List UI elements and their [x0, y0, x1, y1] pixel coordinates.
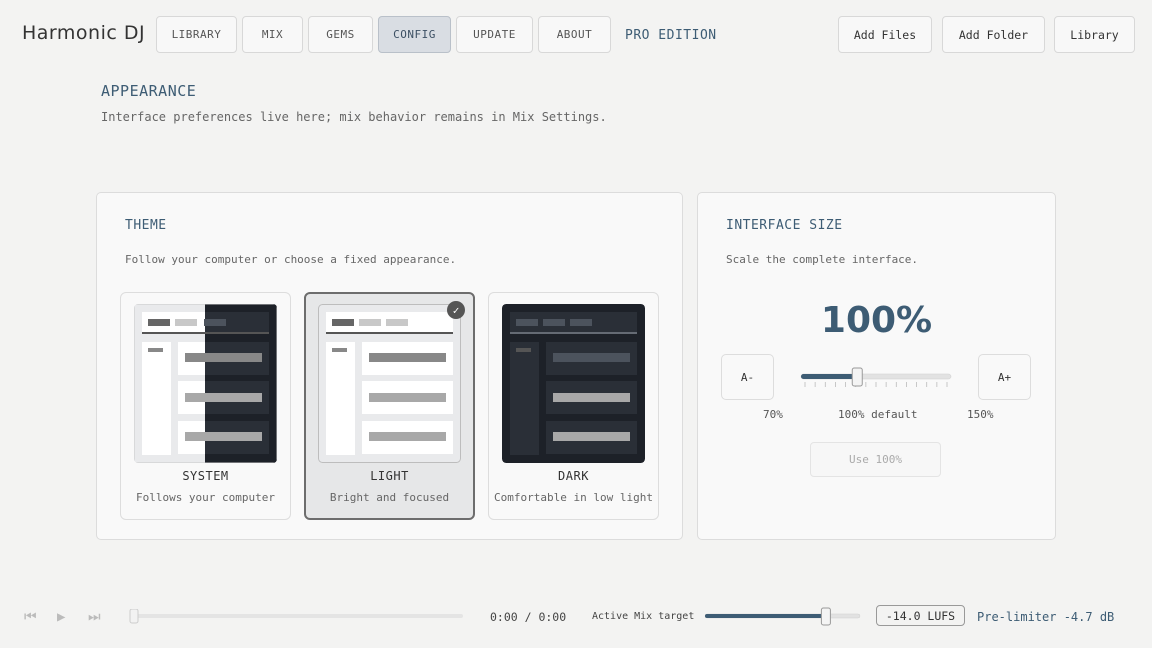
- pre-limiter-readout: Pre-limiter -4.7 dB: [977, 610, 1115, 624]
- increase-size-button[interactable]: A+: [978, 354, 1031, 400]
- slider-min-label: 70%: [763, 408, 783, 421]
- edition-label: PRO EDITION: [625, 28, 717, 43]
- add-files-button[interactable]: Add Files: [838, 16, 932, 53]
- light-preview: [318, 304, 461, 463]
- interface-size-description: Scale the complete interface.: [726, 253, 919, 266]
- theme-option-light[interactable]: ✓ LIGHT Bright and focused: [304, 292, 475, 520]
- theme-name-dark: DARK: [558, 469, 589, 483]
- lufs-badge: -14.0 LUFS: [876, 605, 965, 626]
- tab-config[interactable]: CONFIG: [378, 16, 451, 53]
- theme-description: Follow your computer or choose a fixed a…: [125, 253, 457, 266]
- playback-time: 0:00 / 0:00: [490, 610, 567, 624]
- system-preview: [134, 304, 277, 463]
- add-folder-button[interactable]: Add Folder: [942, 16, 1045, 53]
- slider-max-label: 150%: [967, 408, 994, 421]
- tab-library[interactable]: LIBRARY: [156, 16, 237, 53]
- playback-progress-slider[interactable]: [127, 609, 467, 625]
- theme-sub-system: Follows your computer: [135, 491, 276, 504]
- interface-size-title: INTERFACE SIZE: [726, 218, 843, 233]
- previous-icon[interactable]: ⏮: [24, 609, 37, 625]
- page-title: APPEARANCE: [101, 82, 197, 100]
- progress-thumb[interactable]: [129, 609, 139, 624]
- app-logo: Harmonic DJ: [22, 22, 146, 44]
- mix-target-slider[interactable]: [702, 607, 864, 627]
- slider-thumb[interactable]: [851, 367, 863, 387]
- play-icon[interactable]: ▶: [57, 609, 65, 625]
- dark-preview: [502, 304, 645, 463]
- interface-size-slider[interactable]: [797, 366, 957, 390]
- interface-size-value: 100%: [820, 300, 933, 341]
- theme-sub-dark: Comfortable in low light: [494, 491, 653, 504]
- check-icon: ✓: [447, 301, 465, 319]
- tab-update[interactable]: UPDATE: [456, 16, 533, 53]
- theme-title: THEME: [125, 218, 167, 233]
- theme-name-light: LIGHT: [370, 469, 409, 483]
- decrease-size-button[interactable]: A-: [721, 354, 774, 400]
- theme-option-system[interactable]: SYSTEM Follows your computer: [120, 292, 291, 520]
- mix-target-label: Active Mix target: [592, 611, 695, 622]
- library-button[interactable]: Library: [1054, 16, 1135, 53]
- theme-name-system: SYSTEM: [182, 469, 229, 483]
- tab-gems[interactable]: GEMS: [308, 16, 373, 53]
- next-icon[interactable]: ⏭: [88, 609, 101, 625]
- tab-mix[interactable]: MIX: [242, 16, 303, 53]
- theme-sub-light: Bright and focused: [329, 491, 450, 504]
- use-default-size-button[interactable]: Use 100%: [810, 442, 941, 477]
- target-thumb[interactable]: [820, 607, 831, 626]
- tab-about[interactable]: ABOUT: [538, 16, 611, 53]
- page-description: Interface preferences live here; mix beh…: [101, 110, 607, 124]
- slider-default-label: 100% default: [838, 408, 918, 421]
- theme-option-dark[interactable]: DARK Comfortable in low light: [488, 292, 659, 520]
